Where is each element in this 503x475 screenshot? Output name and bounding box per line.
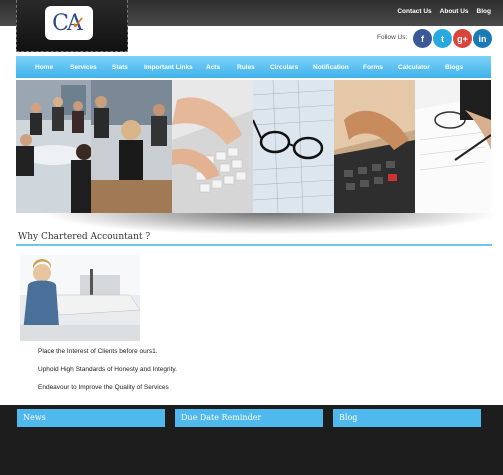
follow-us-label: Follow Us:	[377, 34, 408, 41]
nav-blogs[interactable]: Blogs	[445, 64, 463, 71]
contact-us-link[interactable]: Contact Us	[397, 8, 431, 15]
nav-forms[interactable]: Forms	[363, 64, 383, 71]
nav-acts[interactable]: Acts	[206, 64, 220, 71]
google-plus-icon[interactable]: g+	[453, 29, 472, 48]
section-title: Why Chartered Accountant ?	[18, 232, 151, 242]
blog-link[interactable]: Blog	[477, 8, 491, 15]
nav-services[interactable]: Services	[70, 64, 97, 71]
main-navigation: Home Services Stats Important Links Acts…	[16, 56, 491, 78]
section-divider	[16, 244, 492, 246]
banner-writing-photo	[415, 80, 491, 213]
nav-stats[interactable]: Stats	[112, 64, 128, 71]
footer-tab-news[interactable]: News	[17, 409, 165, 427]
banner-glasses-chart-photo	[253, 80, 334, 213]
top-links: Contact Us About Us Blog	[397, 8, 491, 15]
banner-calculator-photo	[334, 80, 415, 213]
nav-circulars[interactable]: Circulars	[270, 64, 298, 71]
about-us-link[interactable]: About Us	[440, 8, 469, 15]
bullet-2: Uphold High Standards of Honesty and Int…	[38, 366, 177, 373]
bullet-1: Place the Interest of Clients before our…	[38, 348, 158, 355]
nav-important-links[interactable]: Important Links	[144, 64, 193, 71]
banner-meeting-photo-2	[91, 80, 172, 213]
banner-keyboard-photo	[172, 80, 253, 213]
banner-meeting-photo	[16, 80, 91, 213]
nav-calculator[interactable]: Calculator	[398, 64, 430, 71]
hero-banner	[16, 80, 491, 213]
twitter-icon[interactable]: t	[433, 29, 452, 48]
logo-swoosh-icon: ✓	[70, 12, 86, 33]
facebook-icon[interactable]: f	[413, 29, 432, 48]
linkedin-icon[interactable]: in	[473, 29, 492, 48]
footer-tab-blog[interactable]: Blog	[333, 409, 481, 427]
logo-container[interactable]: CA ✓	[16, 0, 128, 52]
nav-notification[interactable]: Notification	[313, 64, 349, 71]
ca-logo[interactable]: CA ✓	[45, 6, 93, 40]
nav-rules[interactable]: Rules	[237, 64, 255, 71]
footer-tab-due-date-reminder[interactable]: Due Date Reminder	[175, 409, 323, 427]
bullet-3: Endeavour to Improve the Quality of Serv…	[38, 384, 169, 391]
nav-home[interactable]: Home	[35, 64, 53, 71]
accountant-photo	[20, 255, 140, 341]
